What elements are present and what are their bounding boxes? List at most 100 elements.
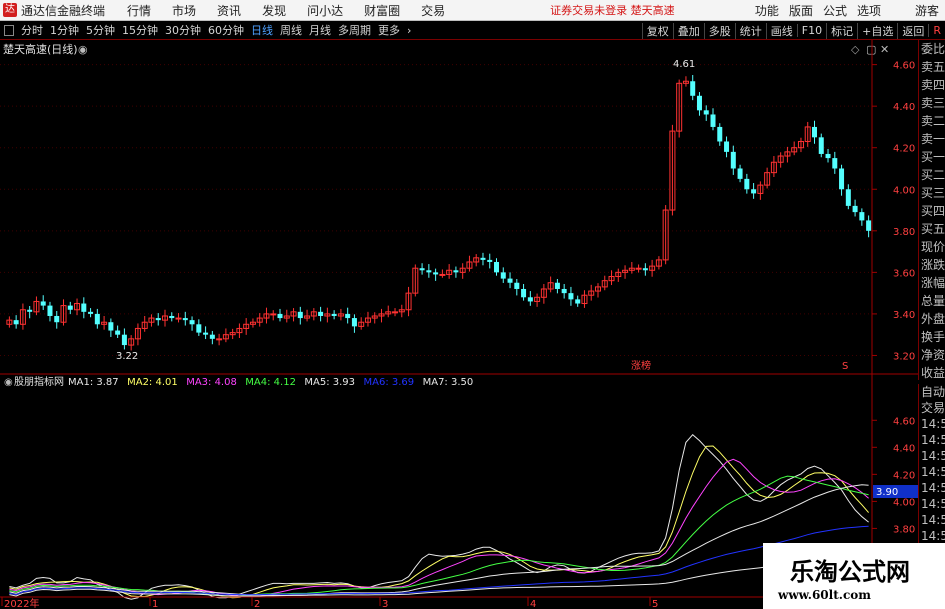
sell-marker[interactable]: S <box>842 361 848 372</box>
chart-settings-icon[interactable]: ◉ <box>78 43 88 56</box>
y-tick-label: 4.60 <box>893 416 915 427</box>
quote-field-label: 买二 <box>921 168 945 182</box>
candle-body <box>751 189 757 194</box>
menu-item-wealth-circle[interactable]: 财富圈 <box>364 2 400 19</box>
candle-body <box>568 293 574 300</box>
btn-add-favorite[interactable]: +自选 <box>857 22 897 39</box>
period-daily[interactable]: 日线 <box>251 22 273 38</box>
menu-item-discover[interactable]: 发现 <box>262 2 286 19</box>
candle-body <box>88 311 94 314</box>
candle-body <box>514 282 520 289</box>
menu-function[interactable]: 功能 <box>755 2 779 19</box>
ma-line <box>9 433 869 600</box>
diamond-icon[interactable]: ◇ <box>851 43 860 56</box>
y-tick-label: 4.00 <box>893 185 915 196</box>
menu-item-market-quotes[interactable]: 行情 <box>127 2 151 19</box>
period-intraday[interactable]: 分时 <box>21 22 43 38</box>
y-tick-label: 4.60 <box>893 61 915 72</box>
quote-field-label: 卖四 <box>921 78 945 92</box>
period-30min[interactable]: 30分钟 <box>165 22 201 38</box>
watermark-title: 乐淘公式网 <box>790 557 910 586</box>
ma-line <box>9 484 869 596</box>
y-tick-label: 3.40 <box>893 310 915 321</box>
chevron-right-icon[interactable]: › <box>407 24 411 37</box>
menu-item-market[interactable]: 市场 <box>172 2 196 19</box>
period-more[interactable]: 更多 <box>378 22 400 38</box>
indicator-settings-icon[interactable]: ◉ <box>4 377 13 388</box>
menu-options[interactable]: 选项 <box>857 2 881 19</box>
event-badge[interactable]: 涨榜 <box>631 359 651 372</box>
btn-multi-stock[interactable]: 多股 <box>703 22 735 39</box>
period-weekly[interactable]: 周线 <box>280 22 302 38</box>
x-axis: 2022年 1 2 3 4 5 <box>1 597 658 609</box>
period-toolbar: 分时 1分钟 5分钟 15分钟 30分钟 60分钟 日线 周线 月线 多周期 更… <box>0 21 945 40</box>
period-60min[interactable]: 60分钟 <box>208 22 244 38</box>
menu-formula[interactable]: 公式 <box>823 2 847 19</box>
quote-field-label: 涨幅 <box>921 276 945 290</box>
low-price-label: 3.22 <box>116 351 138 362</box>
candle-body <box>47 305 53 316</box>
candle-body <box>94 313 100 325</box>
trade-panel: 自动交易 14:56 14:56 14:56 14:56 14:56 14:56 14:56 1… <box>918 384 945 544</box>
period-5min[interactable]: 5分钟 <box>86 22 115 38</box>
candle-body <box>189 320 195 325</box>
btn-r[interactable]: R <box>928 24 945 37</box>
candle-body <box>216 338 223 341</box>
candle-body <box>690 81 696 96</box>
btn-draw-line[interactable]: 画线 <box>765 22 797 39</box>
indicator-header: ◉ 股朋指标网 MA1: 3.87 MA2: 4.01 MA3: 4.08 MA4: … <box>4 375 473 388</box>
toolbar-toggle-icon[interactable] <box>4 24 14 36</box>
candle-body <box>196 324 202 333</box>
candle-body <box>40 301 46 306</box>
btn-overlay[interactable]: 叠加 <box>672 22 704 39</box>
btn-mark[interactable]: 标记 <box>826 22 857 39</box>
guest-label[interactable]: 游客 <box>915 2 939 19</box>
candle-body <box>635 267 642 270</box>
period-15min[interactable]: 15分钟 <box>122 22 158 38</box>
btn-f10[interactable]: F10 <box>796 24 826 37</box>
close-icon[interactable]: ✕ <box>880 43 889 56</box>
high-price-label: 4.61 <box>673 59 695 70</box>
kline-chart[interactable]: 楚天高速(日线) ◉ ◇ ▢ ✕ 4.60 4.40 4.20 4.00 3.80 3.6… <box>0 40 918 609</box>
btn-adjust[interactable]: 复权 <box>641 22 673 39</box>
candle-body <box>866 220 872 231</box>
quote-field-label: 收益 <box>921 366 945 380</box>
period-1min[interactable]: 1分钟 <box>50 22 79 38</box>
x-tick-label: 5 <box>652 599 658 609</box>
ma-line <box>9 475 869 597</box>
btn-back[interactable]: 返回 <box>897 22 928 39</box>
candle-body <box>318 311 324 316</box>
candle-body <box>561 288 567 294</box>
period-monthly[interactable]: 月线 <box>309 22 331 38</box>
candle-body <box>54 315 60 323</box>
candle-body <box>121 334 127 346</box>
menu-layout[interactable]: 版面 <box>789 2 813 19</box>
trade-field-label: 交易 <box>921 401 945 415</box>
candle-body <box>433 272 439 275</box>
indicator-name: 股朋指标网 <box>14 375 64 388</box>
y-tick-label: 3.80 <box>893 227 915 238</box>
menu-item-news[interactable]: 资讯 <box>217 2 241 19</box>
trade-field-label: 14:56 <box>921 465 945 479</box>
candle-body <box>500 272 506 279</box>
candle-body <box>730 151 736 169</box>
menu-right-group: 功能 版面 公式 选项 游客 <box>745 0 939 21</box>
candle-body <box>331 313 337 316</box>
quote-field-label: 卖三 <box>921 96 945 110</box>
candle-body <box>115 330 121 335</box>
trade-field-label: 自动 <box>921 385 945 399</box>
chart-title: 楚天高速(日线) <box>3 42 78 56</box>
main-chart-grid <box>0 64 872 356</box>
menu-item-ask-assistant[interactable]: 问小达 <box>307 2 343 19</box>
indicator-ma-label: MA6: 3.69 <box>364 377 415 388</box>
x-tick-label: 1 <box>152 599 158 609</box>
menu-item-trade[interactable]: 交易 <box>421 2 445 19</box>
candle-body <box>439 273 446 276</box>
period-multi[interactable]: 多周期 <box>338 22 371 38</box>
restore-icon[interactable]: ▢ <box>866 43 876 56</box>
candle-body <box>832 158 838 169</box>
main-y-axis: 4.60 4.40 4.20 4.00 3.80 3.60 3.40 3.20 <box>872 61 915 362</box>
btn-statistics[interactable]: 统计 <box>734 22 766 39</box>
login-notice[interactable]: 证券交易未登录 楚天高速 <box>550 2 675 18</box>
candle-body <box>852 205 858 213</box>
